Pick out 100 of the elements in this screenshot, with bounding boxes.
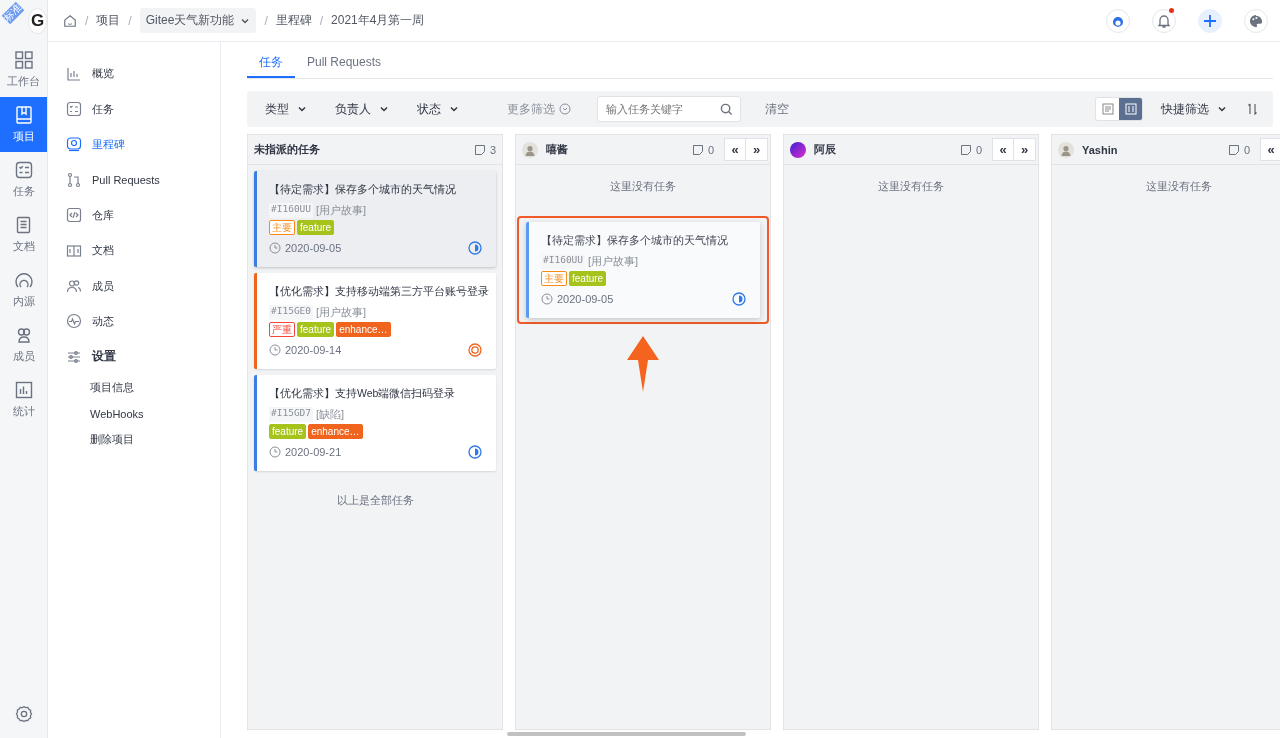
sidebar-item[interactable]: 动态	[48, 303, 220, 340]
sidebar-item[interactable]: Pull Requests	[48, 162, 220, 198]
theme-button[interactable]	[1244, 8, 1268, 33]
logo[interactable]: G	[28, 8, 47, 34]
breadcrumb-current: 2021年4月第一周	[331, 12, 425, 29]
grid-icon	[13, 50, 34, 70]
sidebar-item[interactable]: 仓库	[48, 197, 220, 233]
sidebar-subitem[interactable]: 删除项目	[48, 426, 220, 453]
task-type: [用户故事]	[316, 203, 367, 218]
people-icon	[66, 278, 82, 295]
edition-ribbon: 标准	[1, 1, 25, 25]
task-count: 0	[707, 143, 714, 156]
list-icon	[1101, 103, 1114, 115]
caret-icon	[297, 104, 307, 114]
column-title: Yashin	[1082, 143, 1118, 156]
sidebar-subitem[interactable]: WebHooks	[48, 400, 220, 427]
filter-dropdown[interactable]: 负责人	[335, 100, 389, 118]
column-title: 未指派的任务	[254, 142, 320, 157]
book-icon	[66, 242, 82, 259]
caret-icon	[559, 103, 571, 115]
filter-dropdown[interactable]: 类型	[265, 100, 307, 118]
checklist-icon	[66, 101, 82, 118]
breadcrumb-separator: /	[85, 13, 89, 28]
caret-icon	[1217, 104, 1227, 114]
sidebar-item[interactable]: 文档	[48, 232, 220, 269]
rail-item[interactable]: 项目	[0, 97, 47, 152]
rail-item[interactable]: 工作台	[0, 42, 47, 97]
task-card[interactable]: 【优化需求】支持Web端微信扫码登录 #I15GD7 [缺陷] feature enhance… 2020-09-21	[254, 375, 496, 471]
checklist-icon	[13, 160, 34, 180]
due-date: 2020-09-05	[557, 293, 614, 305]
tab[interactable]: 任务	[247, 48, 295, 78]
add-button[interactable]	[1198, 8, 1222, 33]
rail-item[interactable]: 任务	[0, 152, 47, 207]
note-icon	[691, 143, 704, 156]
empty-message: 这里没有任务	[609, 179, 677, 194]
search-icon[interactable]	[720, 102, 733, 116]
bar-chart-icon	[13, 380, 34, 400]
home-icon[interactable]	[63, 13, 77, 28]
code-icon	[66, 207, 82, 224]
tab[interactable]: Pull Requests	[295, 48, 394, 78]
caret-icon	[379, 104, 389, 114]
sliders-icon	[66, 348, 82, 365]
open-status-icon[interactable]	[468, 343, 482, 357]
sidebar-item[interactable]: 设置	[48, 339, 220, 375]
notification-button[interactable]	[1152, 8, 1176, 33]
quick-filter-dropdown[interactable]: 快捷筛选	[1161, 100, 1227, 118]
move-column-button[interactable]: «	[1260, 138, 1280, 161]
breadcrumb-link[interactable]: 里程碑	[275, 12, 312, 29]
task-title: 【待定需求】保存多个城市的天气情况	[541, 234, 729, 248]
task-type: [用户故事]	[316, 305, 367, 320]
task-card[interactable]: 【待定需求】保存多个城市的天气情况 #I160UU [用户故事] 主要 feature 2020-09-05	[254, 171, 496, 267]
task-count: 3	[489, 143, 496, 156]
breadcrumb-separator: /	[264, 13, 268, 28]
sidebar-item[interactable]: 概览	[48, 56, 220, 92]
move-column-button[interactable]: »	[1014, 138, 1036, 161]
note-icon	[1227, 143, 1240, 156]
profile-button[interactable]	[1106, 8, 1130, 33]
move-column-button[interactable]: »	[746, 138, 768, 161]
avatar	[1058, 141, 1074, 158]
plus-icon	[1202, 12, 1218, 29]
task-count: 0	[1243, 143, 1250, 156]
task-type: [缺陷]	[316, 407, 345, 422]
task-card[interactable]: 【待定需求】保存多个城市的天气情况 #I160UU [用户故事] 主要 feature 2020-09-05	[526, 222, 760, 318]
search-field[interactable]: 输入任务关键字	[597, 96, 741, 122]
task-title: 【优化需求】支持Web端微信扫码登录	[269, 387, 457, 401]
due-date: 2020-09-05	[285, 242, 342, 254]
rail-item[interactable]: 内源	[0, 262, 47, 317]
task-title: 【待定需求】保存多个城市的天气情况	[269, 183, 457, 197]
caret-icon	[449, 104, 459, 114]
rail-item[interactable]: 文档	[0, 207, 47, 262]
due-date: 2020-09-21	[285, 446, 342, 458]
scrollbar-thumb[interactable]	[507, 732, 746, 736]
rail-item[interactable]: 统计	[0, 372, 47, 427]
filter-dropdown[interactable]: 状态	[417, 100, 459, 118]
move-column-button[interactable]: «	[724, 138, 746, 161]
sort-icon[interactable]	[1247, 103, 1259, 115]
move-column-button[interactable]: «	[992, 138, 1014, 161]
in-progress-icon[interactable]	[732, 292, 746, 306]
in-progress-icon[interactable]	[468, 445, 482, 459]
target-icon	[66, 136, 82, 153]
board-view-button[interactable]	[1119, 98, 1142, 120]
in-progress-icon[interactable]	[468, 241, 482, 255]
breadcrumb-separator: /	[128, 13, 132, 28]
sidebar-subitem[interactable]: 项目信息	[48, 374, 220, 401]
label-tag: 主要	[541, 271, 567, 286]
palette-icon	[1249, 13, 1263, 28]
sidebar-item[interactable]: 任务	[48, 91, 220, 127]
rail-item[interactable]: 成员	[0, 317, 47, 372]
settings-icon[interactable]	[14, 705, 33, 723]
clock-icon	[269, 242, 281, 254]
clear-button[interactable]: 清空	[765, 100, 789, 118]
chart-icon	[66, 65, 82, 82]
breadcrumb-link[interactable]: 项目	[96, 12, 121, 29]
task-id: #I15GE0	[269, 305, 314, 320]
project-dropdown[interactable]: Gitee天气新功能	[139, 8, 257, 33]
breadcrumb-separator: /	[319, 13, 324, 28]
task-card[interactable]: 【优化需求】支持移动端第三方平台账号登录 #I15GE0 [用户故事] 严重 feature enhance… 2020-09-14	[254, 273, 496, 369]
sidebar-item[interactable]: 里程碑	[48, 126, 220, 163]
avatar	[790, 141, 806, 158]
sidebar-item[interactable]: 成员	[48, 268, 220, 304]
